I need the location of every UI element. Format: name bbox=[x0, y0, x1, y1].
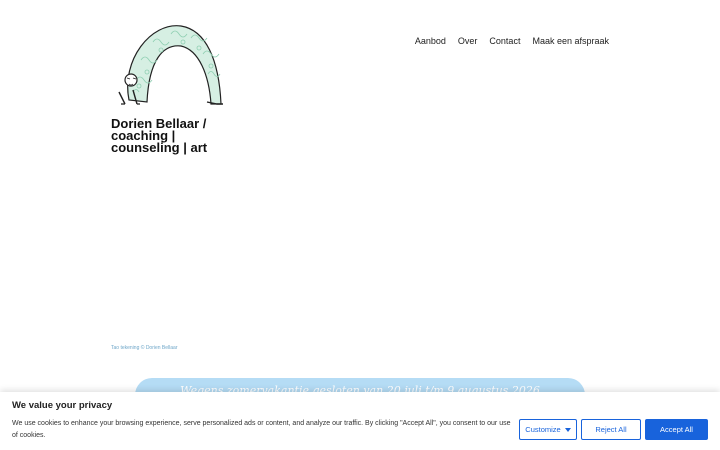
nav-item-maak-een-afspraak[interactable]: Maak een afspraak bbox=[532, 36, 609, 46]
site-logo[interactable] bbox=[111, 20, 223, 108]
site-title[interactable]: Dorien Bellaar / coaching | counseling |… bbox=[111, 117, 241, 154]
caret-down-icon bbox=[564, 427, 571, 432]
cookie-consent-bar: We value your privacy We use cookies to … bbox=[0, 392, 720, 450]
cookie-title: We value your privacy bbox=[12, 400, 113, 411]
customize-button[interactable]: Customize bbox=[519, 419, 577, 440]
reject-all-button[interactable]: Reject All bbox=[581, 419, 641, 440]
cookie-text: We use cookies to enhance your browsing … bbox=[12, 420, 511, 439]
image-caption: Tao tekening © Dorien Bellaar bbox=[111, 345, 178, 351]
main-nav: Aanbod Over Contact Maak een afspraak bbox=[415, 36, 609, 46]
nav-item-aanbod[interactable]: Aanbod bbox=[415, 36, 446, 46]
customize-label: Customize bbox=[525, 425, 561, 434]
accept-all-button[interactable]: Accept All bbox=[645, 419, 708, 440]
nav-item-contact[interactable]: Contact bbox=[489, 36, 520, 46]
nav-item-over[interactable]: Over bbox=[458, 36, 478, 46]
